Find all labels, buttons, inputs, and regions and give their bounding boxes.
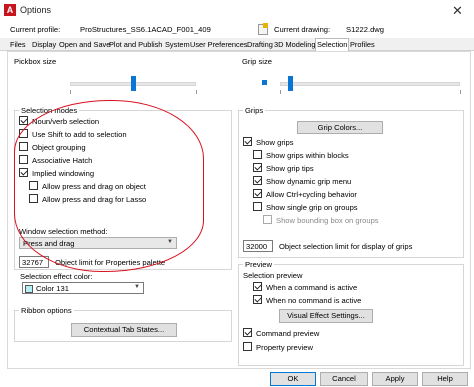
grip-tick <box>460 90 461 94</box>
tab-system[interactable]: System <box>164 39 191 51</box>
when-no-command-active-checkbox[interactable] <box>253 295 262 304</box>
tab-profiles[interactable]: Profiles <box>349 39 376 51</box>
noun-verb-checkbox[interactable] <box>19 116 28 125</box>
ctrl-cycling-label: Allow Ctrl+cycling behavior <box>266 190 357 199</box>
tab-selection[interactable]: Selection <box>315 38 350 51</box>
grip-limit-label: Object selection limit for display of gr… <box>279 242 413 251</box>
tab-drafting[interactable]: Drafting <box>246 39 274 51</box>
ok-button[interactable]: OK <box>270 372 316 386</box>
command-preview-label: Command preview <box>256 329 320 338</box>
dynamic-grip-menu-checkbox[interactable] <box>253 176 262 185</box>
color-swatch <box>25 285 33 293</box>
tab-plot-and-publish[interactable]: Plot and Publish <box>108 39 163 51</box>
effect-color-label: Selection effect color: <box>20 272 93 281</box>
effect-color-value: Color 131 <box>36 284 69 293</box>
grip-preview-icon <box>262 80 267 85</box>
property-preview-checkbox[interactable] <box>243 342 252 351</box>
command-preview-checkbox[interactable] <box>243 328 252 337</box>
tab-files[interactable]: Files <box>9 39 27 51</box>
grips-within-blocks-label: Show grips within blocks <box>266 151 349 160</box>
when-no-command-active-label: When no command is active <box>266 296 362 305</box>
window-title: Options <box>20 5 52 15</box>
chevron-down-icon: ▼ <box>134 284 140 290</box>
single-grip-groups-label: Show single grip on groups <box>266 203 358 212</box>
title-bar: A Options ✕ <box>0 0 474 22</box>
current-drawing-label: Current drawing: <box>274 25 331 34</box>
ctrl-cycling-checkbox[interactable] <box>253 189 262 198</box>
bounding-box-groups-checkbox[interactable] <box>263 215 272 224</box>
dynamic-grip-menu-label: Show dynamic grip menu <box>266 177 352 186</box>
app-logo-icon: A <box>4 4 16 16</box>
help-button[interactable]: Help <box>422 372 468 386</box>
tab-strip: Files Display Open and Save Plot and Pub… <box>0 38 474 51</box>
grip-tick <box>280 90 281 94</box>
red-annotation-oval <box>14 100 204 272</box>
show-grips-checkbox[interactable] <box>243 137 252 146</box>
pickbox-slider-thumb[interactable] <box>130 76 136 91</box>
profile-row: Current profile: ProStructures_SS6.1ACAD… <box>0 22 474 38</box>
bounding-box-groups-label: Show bounding box on groups <box>276 216 379 225</box>
preview-title: Preview <box>243 260 275 269</box>
tab-display[interactable]: Display <box>31 39 57 51</box>
grip-limit-input[interactable]: 32000 <box>243 240 273 252</box>
grip-slider-thumb[interactable] <box>288 76 294 91</box>
close-icon[interactable]: ✕ <box>452 3 463 19</box>
when-command-active-label: When a command is active <box>266 283 358 292</box>
single-grip-groups-checkbox[interactable] <box>253 202 262 211</box>
cancel-button[interactable]: Cancel <box>320 372 368 386</box>
apply-button[interactable]: Apply <box>372 372 418 386</box>
show-grips-label: Show grips <box>256 138 294 147</box>
current-profile-label: Current profile: <box>10 25 61 34</box>
visual-effect-settings-button[interactable]: Visual Effect Settings... <box>279 309 373 323</box>
grips-group: Grips Grip Colors... Show grips Show grip… <box>238 106 464 258</box>
property-preview-label: Property preview <box>256 343 313 352</box>
grips-within-blocks-checkbox[interactable] <box>253 150 262 159</box>
pickbox-size-label: Pickbox size <box>14 57 57 66</box>
tab-user-preferences[interactable]: User Preferences <box>189 39 249 51</box>
current-drawing-value: S1222.dwg <box>346 25 384 34</box>
effect-color-select[interactable]: Color 131 ▼ <box>22 282 144 294</box>
grip-tips-label: Show grip tips <box>266 164 314 173</box>
grip-size-label: Grip size <box>242 57 272 66</box>
pickbox-tick <box>196 90 197 94</box>
selection-preview-label: Selection preview <box>243 271 303 280</box>
drawing-badge-icon <box>263 23 268 28</box>
grip-tips-checkbox[interactable] <box>253 163 262 172</box>
grips-title: Grips <box>243 106 266 115</box>
ribbon-options-title: Ribbon options <box>19 306 74 315</box>
preview-group: Preview Selection preview When a command… <box>238 260 464 366</box>
grip-slider-track[interactable] <box>280 82 460 86</box>
ribbon-options-group: Ribbon options Contextual Tab States... <box>14 306 232 342</box>
tab-open-and-save[interactable]: Open and Save <box>58 39 111 51</box>
current-profile-value: ProStructures_SS6.1ACAD_F001_409 <box>80 25 211 34</box>
dialog-footer: OK Cancel Apply Help <box>0 369 474 387</box>
contextual-tab-states-button[interactable]: Contextual Tab States... <box>71 323 177 337</box>
grip-colors-button[interactable]: Grip Colors... <box>297 121 383 134</box>
pickbox-tick <box>70 90 71 94</box>
when-command-active-checkbox[interactable] <box>253 282 262 291</box>
tab-3d-modeling[interactable]: 3D Modeling <box>273 39 317 51</box>
